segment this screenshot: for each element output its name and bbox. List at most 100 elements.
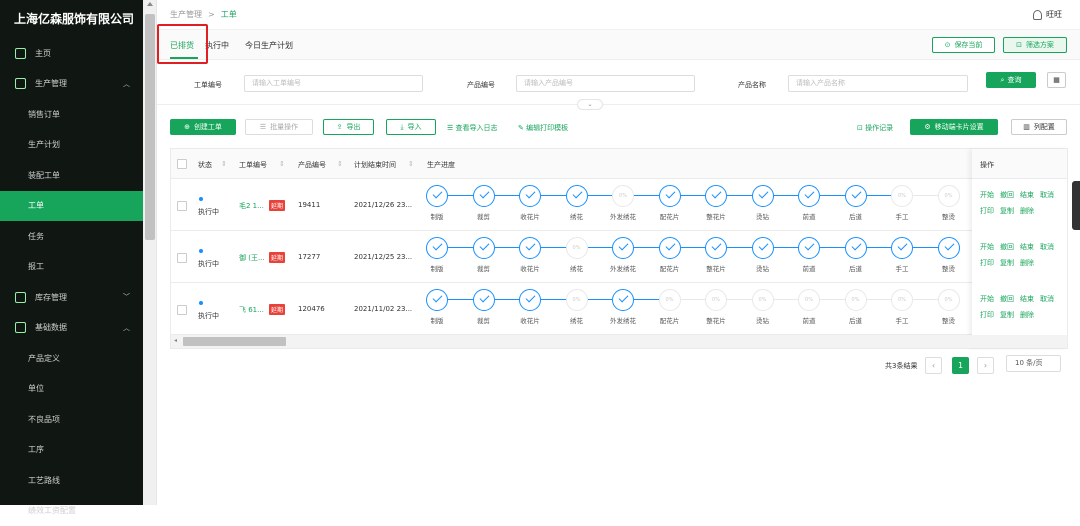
step-done-icon[interactable] [473, 289, 495, 311]
table-row[interactable]: 执行中御 (王...延期172772021/12/25 23...制版裁剪收花片… [171, 232, 1067, 283]
col-wo-number[interactable]: 工单编号 [239, 160, 267, 170]
cancel-link[interactable]: 取消 [1040, 190, 1054, 200]
step-pending-icon[interactable]: 0% [891, 289, 913, 311]
select-all-checkbox[interactable] [177, 159, 187, 169]
step-done-icon[interactable] [426, 289, 448, 311]
step-done-icon[interactable] [659, 185, 681, 207]
sidebar-item-defect[interactable]: 不良品项 [0, 404, 143, 435]
delete-link[interactable]: 删除 [1020, 310, 1034, 320]
page-1-button[interactable]: 1 [952, 357, 969, 374]
sidebar-item-sales-order[interactable]: 销售订单 [0, 99, 143, 130]
revoke-link[interactable]: 撤回 [1000, 294, 1014, 304]
step-pending-icon[interactable]: 0% [566, 237, 588, 259]
step-pending-icon[interactable]: 0% [891, 185, 913, 207]
step-pending-icon[interactable]: 0% [845, 289, 867, 311]
step-done-icon[interactable] [752, 185, 774, 207]
sidebar-item-process[interactable]: 工序 [0, 435, 143, 466]
sidebar-item-report[interactable]: 报工 [0, 252, 143, 283]
wo-number-input[interactable]: 请输入工单编号 [244, 75, 423, 92]
export-button[interactable]: ⇪导出 [323, 119, 374, 135]
user-menu[interactable]: 旺旺 [1033, 9, 1062, 20]
revoke-link[interactable]: 撤回 [1000, 242, 1014, 252]
table-row[interactable]: 执行中飞 61...延期1204762021/11/02 23...制版裁剪收花… [171, 284, 1067, 335]
collapse-filter-button[interactable]: ⌄ [577, 99, 603, 110]
copy-link[interactable]: 复制 [1000, 206, 1014, 216]
copy-link[interactable]: 复制 [1000, 258, 1014, 268]
create-wo-button[interactable]: ⊕创建工单 [170, 119, 236, 135]
step-pending-icon[interactable]: 0% [798, 289, 820, 311]
sidebar-item-work-order[interactable]: 工单 [0, 191, 143, 222]
hscroll-thumb[interactable] [183, 337, 286, 346]
batch-op-button[interactable]: ☰批量操作 [245, 119, 313, 135]
next-page-button[interactable]: › [977, 357, 994, 374]
step-done-icon[interactable] [612, 237, 634, 259]
row-checkbox[interactable] [177, 201, 187, 211]
step-pending-icon[interactable]: 0% [612, 185, 634, 207]
revoke-link[interactable]: 撤回 [1000, 190, 1014, 200]
step-done-icon[interactable] [705, 185, 727, 207]
step-done-icon[interactable] [705, 237, 727, 259]
finish-link[interactable]: 结束 [1020, 294, 1034, 304]
filter-plan-button[interactable]: ⊡筛选方案 [1003, 37, 1067, 53]
step-pending-icon[interactable]: 0% [566, 289, 588, 311]
table-hscrollbar[interactable]: ◂ [171, 335, 1067, 348]
step-done-icon[interactable] [519, 185, 541, 207]
step-done-icon[interactable] [473, 185, 495, 207]
step-done-icon[interactable] [426, 237, 448, 259]
breadcrumb-parent[interactable]: 生产管理 [170, 9, 202, 20]
scrollbar-thumb[interactable] [145, 14, 155, 240]
sort-icon[interactable]: ⇕ [408, 160, 414, 168]
sort-icon[interactable]: ⇕ [337, 160, 343, 168]
col-status[interactable]: 状态 [198, 160, 212, 170]
print-link[interactable]: 打印 [980, 206, 994, 216]
wo-number-link[interactable]: 毛2 1... [239, 201, 264, 211]
step-done-icon[interactable] [798, 237, 820, 259]
finish-link[interactable]: 结束 [1020, 242, 1034, 252]
tab-today-plan[interactable]: 今日生产计划 [245, 40, 293, 51]
step-done-icon[interactable] [752, 237, 774, 259]
step-pending-icon[interactable]: 0% [938, 185, 960, 207]
scroll-left-icon[interactable]: ◂ [174, 337, 177, 344]
sidebar-item-unit[interactable]: 单位 [0, 374, 143, 405]
table-row[interactable]: 执行中毛2 1...延期194112021/12/26 23...制版裁剪收花片… [171, 180, 1067, 231]
row-checkbox[interactable] [177, 253, 187, 263]
col-end-time[interactable]: 计划结束时间 [354, 160, 396, 170]
start-link[interactable]: 开始 [980, 190, 994, 200]
row-checkbox[interactable] [177, 305, 187, 315]
delete-link[interactable]: 删除 [1020, 258, 1034, 268]
page-size-select[interactable]: 10 条/页 [1006, 355, 1061, 372]
sidebar-item-salary[interactable]: 绩效工资配置 [0, 496, 143, 526]
step-done-icon[interactable] [845, 237, 867, 259]
import-button[interactable]: ⤓导入 [386, 119, 436, 135]
sidebar-item-inventory[interactable]: 库存管理﹀ [0, 282, 143, 313]
wo-number-link[interactable]: 飞 61... [239, 305, 264, 315]
sidebar-scrollbar[interactable] [143, 0, 157, 505]
op-record-link[interactable]: ⊡ 操作记录 [857, 123, 893, 133]
col-product-number[interactable]: 产品编号 [298, 160, 326, 170]
finish-link[interactable]: 结束 [1020, 190, 1034, 200]
step-done-icon[interactable] [659, 237, 681, 259]
column-config-button[interactable]: ▥列配置 [1011, 119, 1067, 135]
sidebar-item-production-plan[interactable]: 生产计划 [0, 130, 143, 161]
start-link[interactable]: 开始 [980, 294, 994, 304]
product-name-input[interactable]: 请输入产品名称 [788, 75, 968, 92]
sort-icon[interactable]: ⇕ [279, 160, 285, 168]
sidebar-item-production[interactable]: 生产管理︿ [0, 69, 143, 100]
prev-page-button[interactable]: ‹ [925, 357, 942, 374]
print-link[interactable]: 打印 [980, 258, 994, 268]
save-current-button[interactable]: ⊙保存当前 [932, 37, 995, 53]
sidebar-item-assembly-order[interactable]: 装配工单 [0, 160, 143, 191]
wo-number-link[interactable]: 御 (王... [239, 253, 265, 263]
sidebar-item-home[interactable]: 主页 [0, 38, 143, 69]
delete-link[interactable]: 删除 [1020, 206, 1034, 216]
step-done-icon[interactable] [566, 185, 588, 207]
step-done-icon[interactable] [519, 289, 541, 311]
edit-print-template-link[interactable]: ✎ 编辑打印模板 [518, 123, 568, 133]
step-done-icon[interactable] [519, 237, 541, 259]
start-link[interactable]: 开始 [980, 242, 994, 252]
import-log-link[interactable]: ☰ 查看导入日志 [447, 123, 498, 133]
copy-link[interactable]: 复制 [1000, 310, 1014, 320]
tab-in-progress[interactable]: 执行中 [205, 40, 229, 51]
sort-icon[interactable]: ⇕ [221, 160, 227, 168]
sidebar-item-basic-data[interactable]: 基础数据︿ [0, 313, 143, 344]
